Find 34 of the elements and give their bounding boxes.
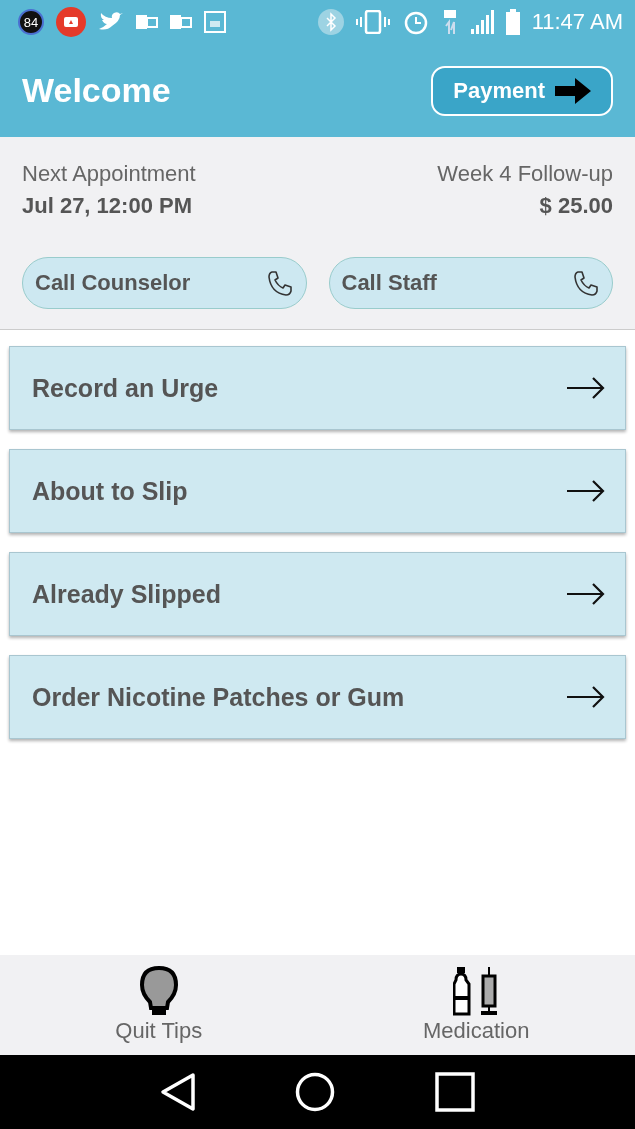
phone-icon	[572, 269, 600, 297]
battery-icon	[505, 9, 520, 35]
phone-icon	[265, 269, 294, 297]
video-app-icon	[56, 7, 86, 37]
action-button[interactable]: Record an Urge	[9, 346, 626, 430]
appointment-type: Week 4 Follow-up	[437, 161, 613, 187]
notification-badge: 84	[18, 9, 44, 35]
signal-icon	[469, 9, 494, 35]
arrow-icon	[567, 583, 605, 605]
appointment-price: $ 25.00	[538, 193, 613, 219]
clock-time: 11:47 AM	[531, 9, 623, 35]
call-button[interactable]: Call Staff	[328, 257, 613, 309]
action-button[interactable]: Order Nicotine Patches or Gum	[9, 655, 626, 739]
page-title: Welcome	[22, 71, 171, 110]
arrow-icon	[567, 480, 605, 502]
action-button[interactable]: Already Slipped	[9, 552, 626, 636]
action-button[interactable]: About to Slip	[9, 449, 626, 533]
vibrate-icon	[355, 10, 390, 34]
recents-icon[interactable]	[435, 1072, 476, 1112]
arrow-icon	[567, 686, 605, 708]
calendar-icon	[204, 11, 226, 33]
tab-button[interactable]: Medication	[317, 955, 635, 1055]
appointment-label: Next Appointment	[22, 161, 196, 187]
arrow-icon	[555, 77, 591, 104]
tab-button[interactable]: Quit Tips	[0, 955, 318, 1055]
call-button[interactable]: Call Counselor	[22, 257, 307, 309]
lightbulb-icon	[138, 966, 179, 1016]
bluetooth-icon	[317, 9, 344, 35]
back-icon[interactable]	[159, 1072, 196, 1112]
bird-icon	[98, 11, 124, 33]
arrow-icon	[567, 377, 605, 399]
appointment-date: Jul 27, 12:00 PM	[22, 193, 193, 219]
home-icon[interactable]	[295, 1072, 336, 1112]
medication-icon	[453, 966, 500, 1016]
